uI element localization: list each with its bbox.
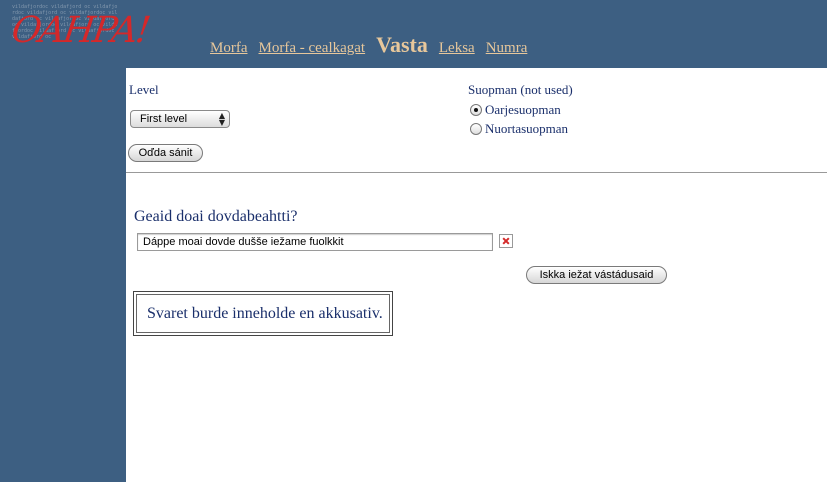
show-answers-button[interactable]: Iskka iežat vástádusaid	[526, 266, 667, 284]
level-select[interactable]: First level ▲ ▼	[130, 110, 230, 128]
radio-oarjesuopman[interactable]: Oarjesuopman	[470, 102, 561, 118]
feedback-text: Svaret burde inneholde en akkusativ.	[136, 294, 390, 333]
suopman-label: Suopman (not used)	[468, 82, 573, 97]
feedback-box: Svaret burde inneholde en akkusativ.	[133, 291, 393, 336]
nav-morfa[interactable]: Morfa	[210, 40, 248, 57]
nav-numra[interactable]: Numra	[486, 40, 528, 57]
answer-input[interactable]: Dáppe moai dovde dušše iežame fuolkkit	[137, 233, 493, 251]
nav-morfa-cealkagat[interactable]: Morfa - cealkagat	[259, 40, 366, 57]
main-content: Level First level ▲ ▼ Oďda sánit Suopman …	[126, 68, 827, 482]
oahpa-logo[interactable]: vildafjordoc vildafjord oc vildafjordoc …	[9, 4, 151, 54]
nav-vasta-active[interactable]: Vasta	[376, 32, 428, 58]
select-arrows-icon: ▲ ▼	[218, 111, 225, 127]
question-text: Geaid doai dovdabeahtti?	[134, 208, 298, 225]
radio-label-nuortasuopman: Nuortasuopman	[485, 121, 569, 136]
nav-leksa[interactable]: Leksa	[439, 40, 475, 57]
radio-checked-icon[interactable]	[470, 104, 482, 116]
send-button[interactable]: Oďda sánit	[128, 144, 203, 162]
left-sidebar	[0, 68, 126, 482]
radio-label-oarjesuopman: Oarjesuopman	[485, 102, 561, 117]
radio-nuortasuopman[interactable]: Nuortasuopman	[470, 121, 568, 137]
level-label: Level	[129, 82, 159, 97]
top-bar: vildafjordoc vildafjord oc vildafjordoc …	[0, 0, 827, 68]
radio-unchecked-icon[interactable]	[470, 123, 482, 135]
main-nav: Morfa Morfa - cealkagat Vasta Leksa Numr…	[210, 32, 538, 58]
wrong-answer-icon	[499, 234, 513, 248]
level-select-value: First level	[140, 113, 188, 125]
divider	[126, 172, 827, 173]
logo-text: OAHPA!	[9, 10, 152, 51]
